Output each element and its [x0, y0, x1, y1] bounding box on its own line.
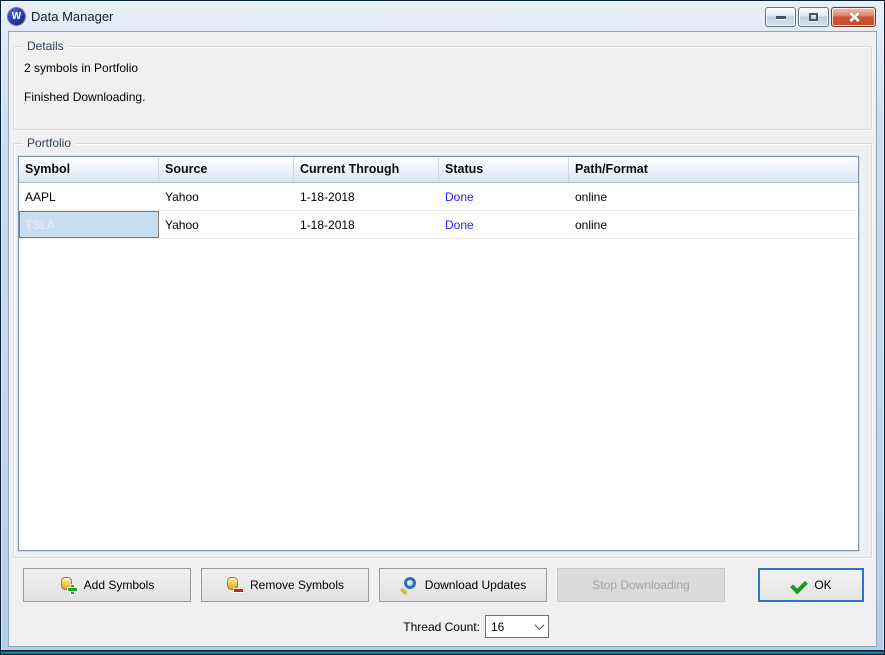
cell-path-format[interactable]: online: [569, 211, 858, 238]
download-updates-button[interactable]: Download Updates: [379, 568, 547, 602]
column-header-path-format[interactable]: Path/Format: [569, 157, 858, 182]
grid-empty-area[interactable]: [19, 239, 858, 550]
stop-downloading-button: Stop Downloading: [557, 568, 725, 602]
magnifier-icon: [400, 577, 417, 594]
download-updates-label: Download Updates: [425, 578, 526, 592]
maximize-icon: [809, 13, 818, 21]
close-icon: [848, 11, 860, 23]
thread-count-row: Thread Count: 16: [15, 615, 549, 638]
portfolio-group-label: Portfolio: [22, 136, 76, 150]
minimize-icon: [776, 16, 786, 19]
maximize-button[interactable]: [798, 7, 829, 27]
minimize-button[interactable]: [765, 7, 796, 27]
cell-status[interactable]: Done: [439, 211, 569, 238]
column-header-symbol[interactable]: Symbol: [19, 157, 159, 182]
table-row[interactable]: AAPL Yahoo 1-18-2018 Done online: [19, 183, 858, 211]
remove-symbols-label: Remove Symbols: [250, 578, 344, 592]
client-area: Details 2 symbols in Portfolio Finished …: [8, 31, 877, 647]
thread-count-value: 16: [491, 620, 504, 634]
download-status-text: Finished Downloading.: [24, 90, 871, 104]
checkmark-icon: [790, 578, 806, 592]
details-group-label: Details: [22, 39, 69, 53]
table-row[interactable]: TSLA Yahoo 1-18-2018 Done online: [19, 211, 858, 239]
symbol-count-text: 2 symbols in Portfolio: [24, 61, 871, 75]
thread-count-label: Thread Count:: [403, 620, 480, 634]
remove-symbols-button[interactable]: Remove Symbols: [201, 568, 369, 602]
cell-current-through[interactable]: 1-18-2018: [294, 183, 439, 210]
footer-button-bar: Add Symbols Remove Symbols Download Upda…: [15, 568, 870, 602]
cell-symbol-selected[interactable]: TSLA: [19, 211, 159, 238]
portfolio-grid[interactable]: Symbol Source Current Through Status Pat…: [18, 156, 859, 551]
close-button[interactable]: [831, 7, 876, 27]
add-symbols-button[interactable]: Add Symbols: [23, 568, 191, 602]
thread-count-select[interactable]: 16: [485, 615, 549, 638]
add-symbols-label: Add Symbols: [84, 578, 155, 592]
column-header-source[interactable]: Source: [159, 157, 294, 182]
grid-header-row: Symbol Source Current Through Status Pat…: [19, 157, 858, 183]
cell-source[interactable]: Yahoo: [159, 211, 294, 238]
cell-path-format[interactable]: online: [569, 183, 858, 210]
portfolio-groupbox: Portfolio Symbol Source Current Through …: [13, 143, 872, 558]
cell-status[interactable]: Done: [439, 183, 569, 210]
ok-label: OK: [814, 578, 831, 592]
app-logo-icon: W: [8, 8, 25, 25]
database-remove-icon: [226, 577, 242, 593]
column-header-current-through[interactable]: Current Through: [294, 157, 439, 182]
stop-downloading-label: Stop Downloading: [592, 578, 689, 592]
chevron-down-icon: [535, 620, 545, 630]
window-title: Data Manager: [31, 9, 113, 24]
cell-symbol[interactable]: AAPL: [19, 183, 159, 210]
column-header-status[interactable]: Status: [439, 157, 569, 182]
data-manager-window: W Data Manager Details 2 symbols in Port…: [0, 0, 885, 655]
titlebar[interactable]: W Data Manager: [1, 1, 884, 31]
ok-button[interactable]: OK: [758, 568, 864, 602]
cell-source[interactable]: Yahoo: [159, 183, 294, 210]
cell-current-through[interactable]: 1-18-2018: [294, 211, 439, 238]
details-groupbox: Details 2 symbols in Portfolio Finished …: [13, 46, 872, 130]
database-add-icon: [60, 577, 76, 593]
caption-buttons: [765, 7, 876, 27]
